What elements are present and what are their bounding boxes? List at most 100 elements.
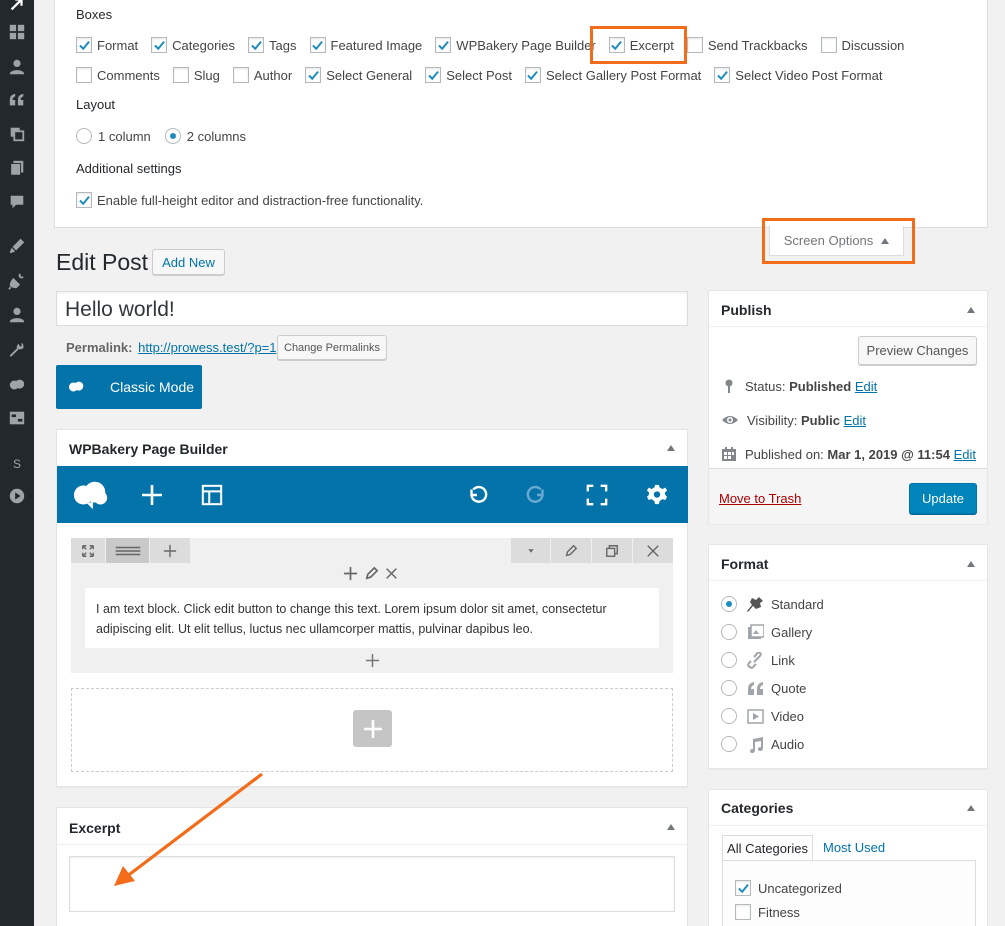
plugins-icon[interactable] [7,271,27,291]
box-option-author[interactable]: Author [232,67,292,83]
tools-wrench-icon[interactable] [7,340,27,360]
box-option-discussion[interactable]: Discussion [820,37,904,53]
format-toggle-icon[interactable] [967,561,975,567]
format-checkbox[interactable] [76,37,92,53]
tab-most-used[interactable]: Most Used [823,840,885,855]
user-icon[interactable] [7,57,27,77]
box-option-select-general[interactable]: Select General [305,67,412,83]
format-radio-audio[interactable] [721,736,737,752]
row-layout-icon[interactable] [106,538,149,563]
box-option-featured-image[interactable]: Featured Image [309,37,422,53]
select-general-checkbox[interactable] [305,67,322,83]
featured-image-checkbox[interactable] [309,37,326,53]
box-option-format[interactable]: Format [76,37,138,53]
permalink-url-link[interactable]: http://prowess.test/?p=1 [138,340,276,355]
format-radio-quote[interactable] [721,680,737,696]
select-post-checkbox[interactable] [425,67,442,83]
row-delete-x-icon[interactable] [633,538,673,563]
send-trackbacks-checkbox[interactable] [686,37,703,53]
add-row-button[interactable] [353,710,392,747]
box-option-select-post[interactable]: Select Post [425,67,512,83]
format-option-gallery[interactable]: Gallery [721,622,812,642]
format-option-video[interactable]: Video [721,706,804,726]
text-block-element[interactable]: I am text block. Click edit button to ch… [85,588,659,648]
excerpt-toggle-icon[interactable] [667,824,675,830]
box-option-categories[interactable]: Categories [151,37,235,53]
row-toggle-caret-icon[interactable] [511,538,550,563]
box-option-wpbakery-page-builder[interactable]: WPBakery Page Builder [435,37,596,53]
settings-icon[interactable] [7,408,27,428]
visibility-edit-link[interactable]: Edit [844,413,866,428]
fullscreen-icon[interactable] [581,479,613,511]
box-option-tags[interactable]: Tags [248,37,297,53]
layout-option-1-column[interactable]: 1 column [76,128,151,144]
publish-toggle-icon[interactable] [967,307,975,313]
tab-all-categories[interactable]: All Categories [722,835,813,861]
row-add-column-icon[interactable] [150,538,190,563]
slug-checkbox[interactable] [172,67,189,83]
tags-checkbox[interactable] [248,37,265,53]
column-edit-pencil-icon[interactable] [364,566,379,581]
categories-toggle-icon[interactable] [967,805,975,811]
select-video-post-format-checkbox[interactable] [714,67,731,83]
author-checkbox[interactable] [232,67,249,83]
comments-icon[interactable] [7,192,27,212]
redo-icon[interactable] [521,479,553,511]
select-gallery-post-format-checkbox[interactable] [524,67,541,83]
templates-icon[interactable] [196,479,228,511]
box-option-slug[interactable]: Slug [172,67,220,83]
format-option-quote[interactable]: Quote [721,678,806,698]
status-edit-link[interactable]: Edit [855,379,877,394]
discussion-checkbox[interactable] [820,37,837,53]
add-element-plus-icon[interactable] [136,479,168,511]
box-option-send-trackbacks[interactable]: Send Trackbacks [686,37,808,53]
preview-changes-button[interactable]: Preview Changes [858,336,977,365]
update-button[interactable]: Update [909,483,977,514]
comments-checkbox[interactable] [76,67,92,83]
add-new-button[interactable]: Add New [152,249,225,275]
category-fitness[interactable]: Fitness [735,904,800,920]
plugin-s-icon[interactable]: S [7,454,27,474]
column-bottom-add-icon[interactable] [365,653,380,668]
media-icon[interactable] [7,124,27,144]
change-permalinks-button[interactable]: Change Permalinks [277,335,387,360]
play-icon[interactable] [7,486,27,506]
format-radio-standard[interactable] [721,596,737,612]
layout-option-2-columns[interactable]: 2 columns [164,128,246,144]
layout-radio-2-columns[interactable] [164,128,181,144]
category-fitness-checkbox[interactable] [735,904,751,920]
classic-mode-button[interactable]: Classic Mode [56,365,202,409]
row-clone-icon[interactable] [592,538,632,563]
users-icon[interactable] [7,305,27,325]
post-title-input[interactable]: Hello world! [56,291,688,326]
format-option-standard[interactable]: Standard [721,594,824,614]
categories-checkbox[interactable] [151,37,168,53]
row-edit-pencil-icon[interactable] [551,538,591,563]
category-uncategorized[interactable]: Uncategorized [735,880,842,896]
pages-icon[interactable] [7,158,27,178]
vc-logo-cloud-icon[interactable] [71,479,111,511]
format-radio-gallery[interactable] [721,624,737,640]
format-option-audio[interactable]: Audio [721,734,804,754]
excerpt-textarea[interactable] [69,856,675,912]
column-add-plus-icon[interactable] [343,566,358,581]
published-on-edit-link[interactable]: Edit [954,447,976,462]
box-option-select-video-post-format[interactable]: Select Video Post Format [714,67,882,83]
undo-icon[interactable] [461,479,493,511]
quote-icon[interactable] [7,90,27,110]
full-height-editor-checkbox[interactable] [76,192,92,208]
format-radio-link[interactable] [721,652,737,668]
wpbakery-toggle-icon[interactable] [667,445,675,451]
appearance-brush-icon[interactable] [7,236,27,256]
format-radio-video[interactable] [721,708,737,724]
full-height-editor-option[interactable]: Enable full-height editor and distractio… [76,192,423,208]
category-uncategorized-checkbox[interactable] [735,880,751,896]
format-option-link[interactable]: Link [721,650,795,670]
settings-gear-icon[interactable] [641,479,673,511]
vc-cloud-icon[interactable] [7,375,27,395]
dashboard-grid-icon[interactable] [7,22,27,42]
pin-icon[interactable] [7,0,27,14]
box-option-select-gallery-post-format[interactable]: Select Gallery Post Format [524,67,701,83]
box-option-comments[interactable]: Comments [76,67,160,83]
wpbakery-page-builder-checkbox[interactable] [435,37,452,53]
